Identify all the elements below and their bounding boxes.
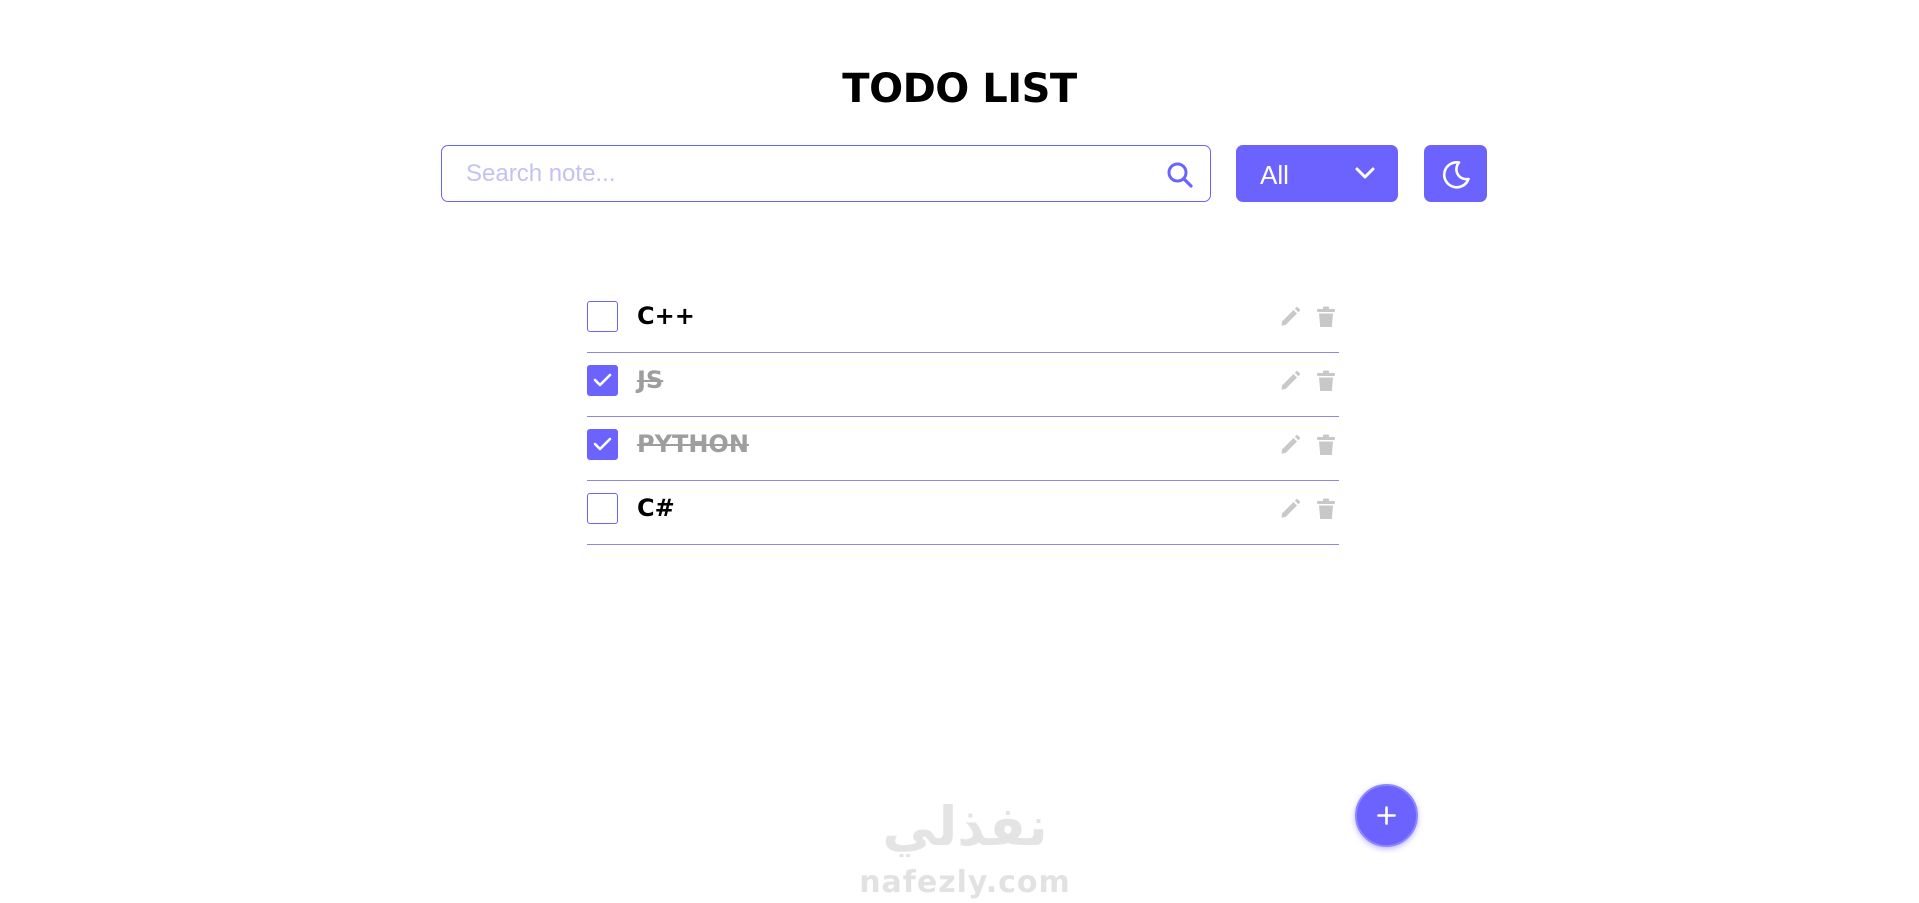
todo-item: C# bbox=[587, 481, 1339, 545]
edit-icon[interactable] bbox=[1279, 370, 1301, 392]
todo-checkbox[interactable] bbox=[587, 493, 618, 524]
todo-list: C++ JS PYTHON C# bbox=[587, 289, 1339, 545]
theme-toggle-button[interactable] bbox=[1424, 145, 1487, 202]
watermark: نفذلي nafezly.com bbox=[850, 795, 1080, 903]
page-title: TODO LIST bbox=[842, 66, 1077, 112]
watermark-logo: نفذلي bbox=[882, 795, 1047, 857]
todo-text: C++ bbox=[637, 302, 695, 330]
todo-app: TODO LIST All C++ JS PYTHON C# نفذلي nafezl… bbox=[0, 0, 1919, 903]
todo-item: PYTHON bbox=[587, 417, 1339, 481]
trash-icon[interactable] bbox=[1316, 370, 1336, 392]
todo-checkbox[interactable] bbox=[587, 365, 618, 396]
todo-text: C# bbox=[637, 494, 675, 522]
todo-text: PYTHON bbox=[637, 430, 749, 458]
filter-select[interactable]: All bbox=[1236, 145, 1398, 202]
filter-selected-label: All bbox=[1260, 160, 1289, 190]
watermark-logo-text: نفذلي bbox=[882, 795, 1047, 857]
todo-item: JS bbox=[587, 353, 1339, 417]
todo-checkbox[interactable] bbox=[587, 301, 618, 332]
trash-icon[interactable] bbox=[1316, 498, 1336, 520]
search-icon[interactable] bbox=[1166, 161, 1194, 189]
trash-icon[interactable] bbox=[1316, 306, 1336, 328]
plus-icon bbox=[1377, 806, 1396, 825]
todo-text: JS bbox=[637, 366, 664, 394]
chevron-down-icon bbox=[1355, 167, 1375, 179]
edit-icon[interactable] bbox=[1279, 306, 1301, 328]
todo-item: C++ bbox=[587, 289, 1339, 353]
todo-checkbox[interactable] bbox=[587, 429, 618, 460]
check-icon bbox=[593, 373, 612, 387]
trash-icon[interactable] bbox=[1316, 434, 1336, 456]
watermark-text: nafezly.com bbox=[859, 865, 1071, 900]
search-box[interactable] bbox=[441, 145, 1211, 202]
check-icon bbox=[593, 437, 612, 451]
add-todo-button[interactable] bbox=[1355, 784, 1418, 847]
edit-icon[interactable] bbox=[1279, 434, 1301, 456]
edit-icon[interactable] bbox=[1279, 498, 1301, 520]
search-input[interactable] bbox=[466, 146, 1146, 201]
moon-icon bbox=[1442, 161, 1470, 189]
